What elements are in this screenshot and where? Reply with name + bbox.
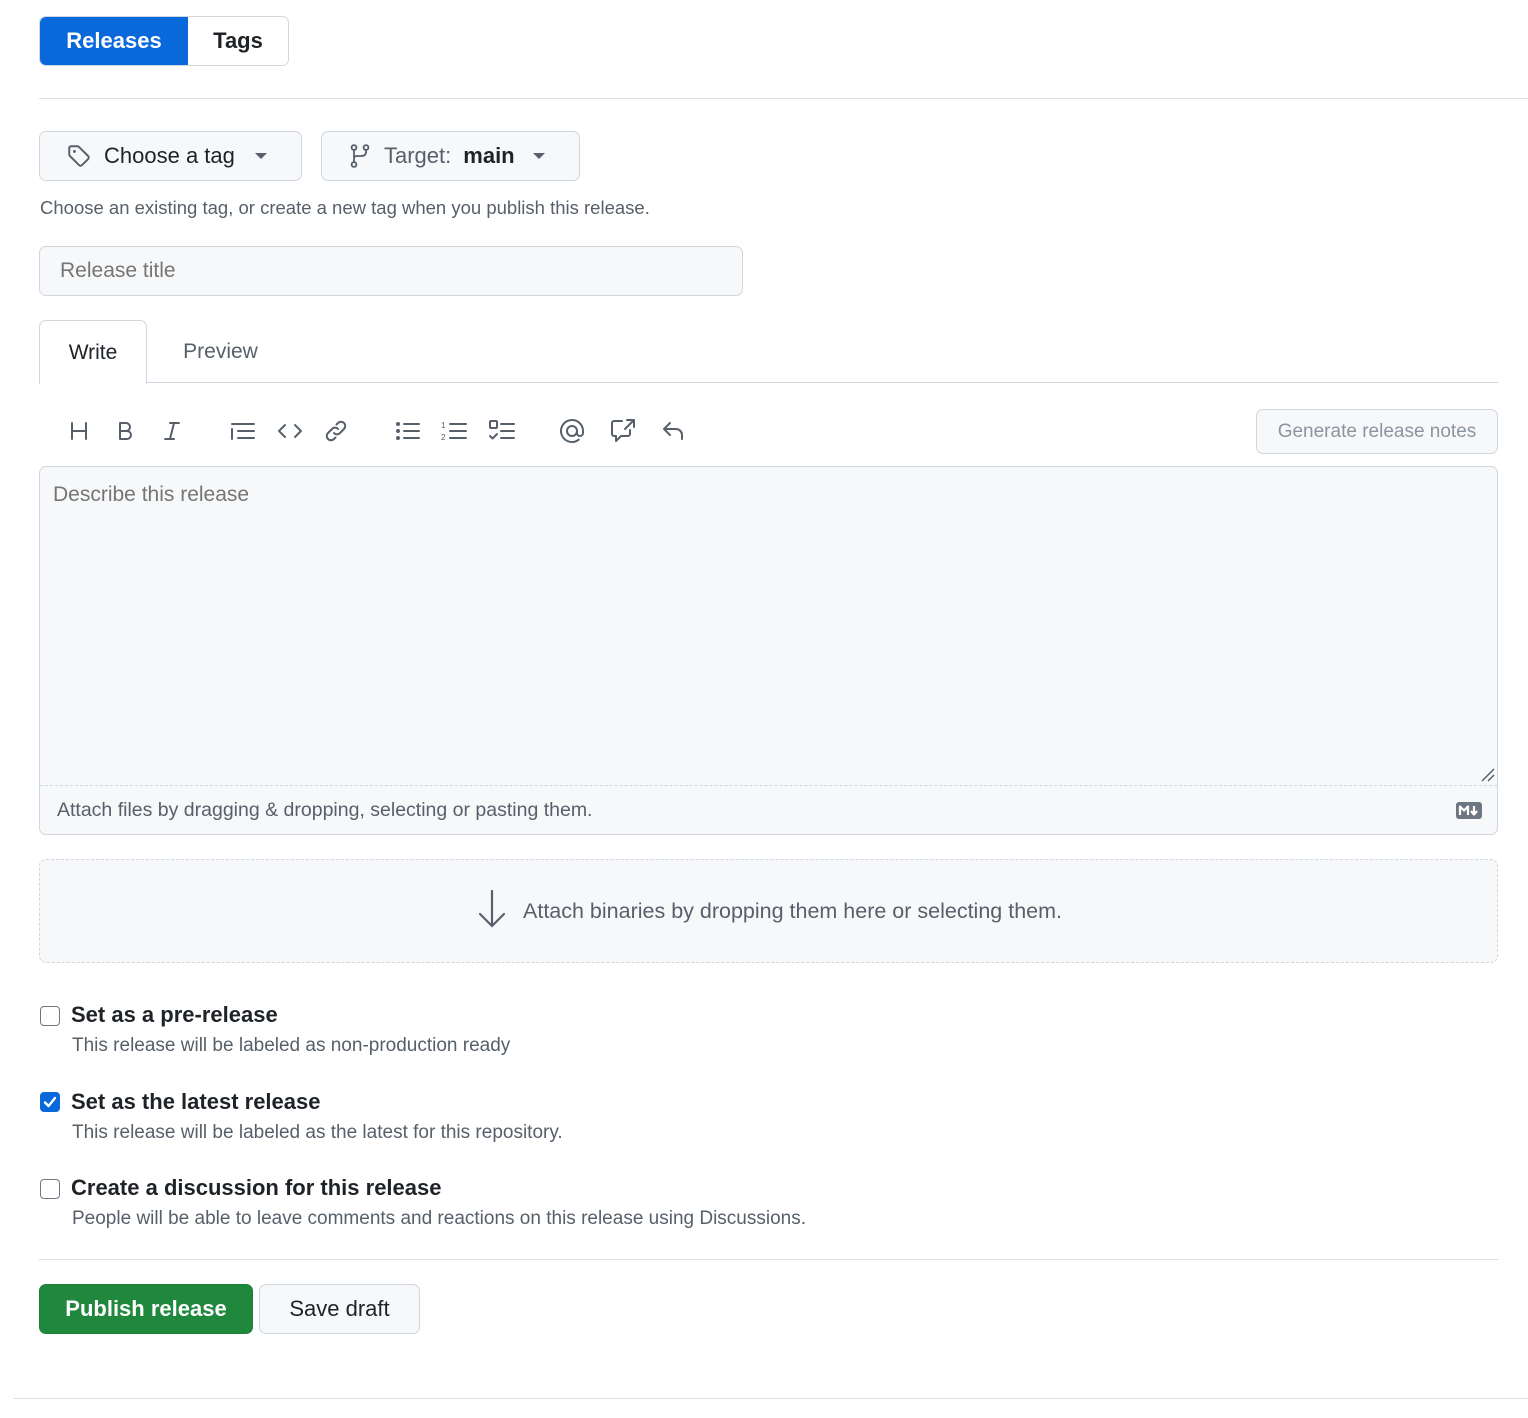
resize-handle-icon[interactable] bbox=[1479, 766, 1495, 782]
attach-files-hint[interactable]: Attach files by dragging & dropping, sel… bbox=[57, 799, 592, 822]
actions-divider bbox=[39, 1259, 1498, 1260]
create-discussion-title[interactable]: Create a discussion for this release bbox=[71, 1175, 442, 1201]
quote-icon[interactable] bbox=[226, 414, 260, 448]
prerelease-checkbox[interactable] bbox=[40, 1006, 60, 1026]
latest-release-title[interactable]: Set as the latest release bbox=[71, 1089, 320, 1115]
releases-tags-switcher: Releases Tags bbox=[39, 16, 289, 66]
svg-text:2: 2 bbox=[441, 433, 446, 442]
code-icon[interactable] bbox=[273, 414, 307, 448]
create-discussion-checkbox[interactable] bbox=[40, 1179, 60, 1199]
footer-divider bbox=[14, 1398, 1528, 1399]
prerelease-title[interactable]: Set as a pre-release bbox=[71, 1002, 278, 1028]
git-branch-icon bbox=[348, 143, 372, 169]
link-icon[interactable] bbox=[319, 414, 353, 448]
create-discussion-description: People will be able to leave comments an… bbox=[72, 1208, 807, 1229]
svg-text:1: 1 bbox=[441, 421, 446, 430]
bold-icon[interactable] bbox=[108, 414, 142, 448]
save-draft-button[interactable]: Save draft bbox=[259, 1284, 420, 1334]
publish-release-button[interactable]: Publish release bbox=[39, 1284, 253, 1334]
tab-releases[interactable]: Releases bbox=[40, 17, 188, 65]
cross-reference-icon[interactable] bbox=[606, 414, 640, 448]
target-branch-name: main bbox=[463, 143, 515, 168]
latest-release-checkbox[interactable] bbox=[40, 1092, 60, 1112]
editor-attach-divider bbox=[40, 785, 1497, 786]
arrow-down-icon bbox=[475, 888, 509, 935]
choose-tag-label: Choose a tag bbox=[104, 143, 235, 168]
tag-icon bbox=[66, 143, 92, 169]
caret-down-icon bbox=[254, 153, 267, 159]
reply-icon[interactable] bbox=[657, 414, 691, 448]
header-divider bbox=[39, 98, 1528, 99]
binaries-dropzone[interactable]: Attach binaries by dropping them here or… bbox=[39, 859, 1498, 963]
tabs-divider bbox=[39, 382, 1498, 383]
release-body-textarea[interactable] bbox=[40, 467, 1497, 784]
checkmark-icon bbox=[43, 1096, 57, 1108]
list-ordered-icon[interactable]: 12 bbox=[437, 414, 471, 448]
binaries-dropzone-text: Attach binaries by dropping them here or… bbox=[523, 898, 1062, 923]
choose-tag-button[interactable]: Choose a tag bbox=[39, 131, 302, 181]
target-prefix: Target: bbox=[384, 143, 452, 168]
tasklist-icon[interactable] bbox=[485, 414, 519, 448]
release-title-input[interactable] bbox=[39, 246, 743, 296]
tag-hint: Choose an existing tag, or create a new … bbox=[40, 197, 650, 218]
target-branch-button[interactable]: Target: main bbox=[321, 131, 580, 181]
heading-icon[interactable] bbox=[62, 414, 96, 448]
tab-write[interactable]: Write bbox=[39, 320, 147, 384]
generate-release-notes-button[interactable]: Generate release notes bbox=[1256, 409, 1498, 454]
tab-preview[interactable]: Preview bbox=[148, 320, 293, 383]
latest-release-description: This release will be labeled as the late… bbox=[72, 1122, 563, 1143]
prerelease-description: This release will be labeled as non-prod… bbox=[72, 1035, 511, 1056]
italic-icon[interactable] bbox=[155, 414, 189, 448]
mention-icon[interactable] bbox=[555, 414, 589, 448]
markdown-icon[interactable] bbox=[1456, 802, 1482, 819]
list-unordered-icon[interactable] bbox=[391, 414, 425, 448]
caret-down-icon bbox=[532, 153, 545, 159]
tab-tags[interactable]: Tags bbox=[188, 17, 288, 65]
